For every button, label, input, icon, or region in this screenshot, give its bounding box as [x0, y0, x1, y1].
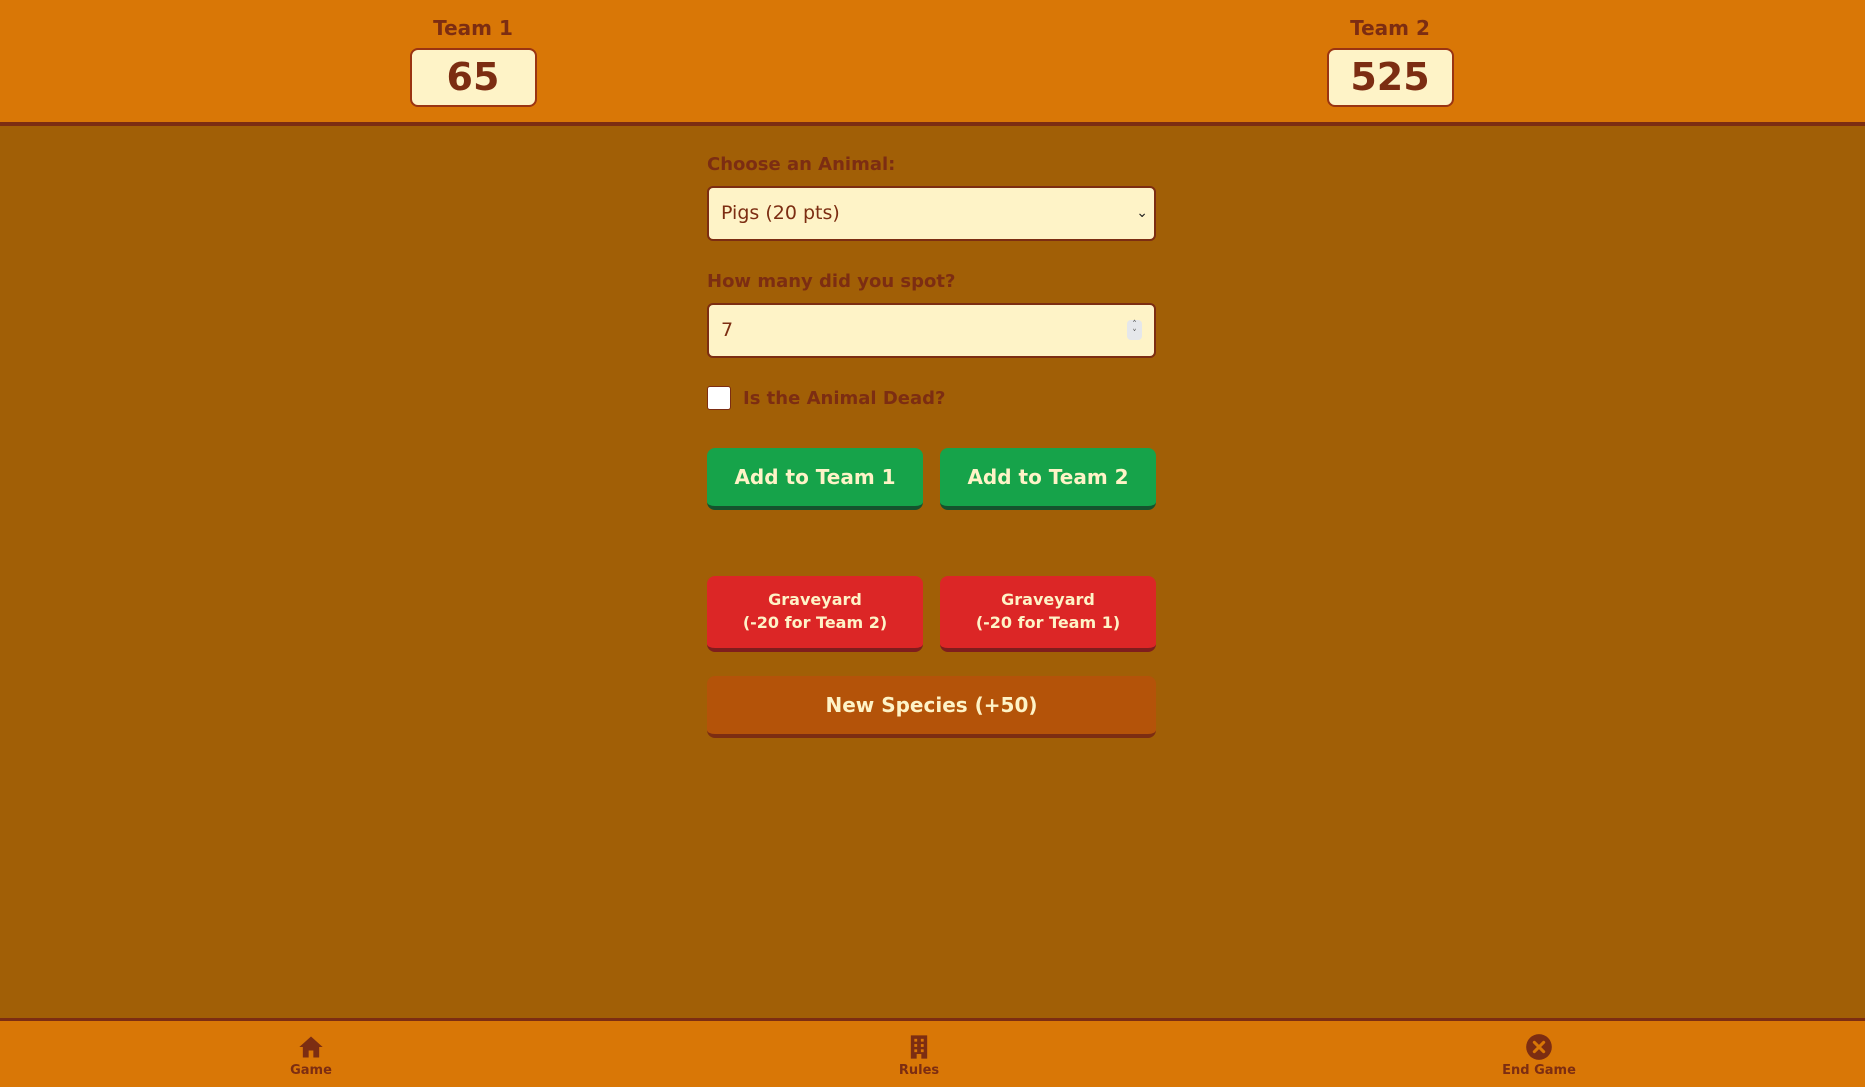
number-stepper-icon[interactable]: ˄ ˅	[1127, 320, 1142, 340]
count-input-label: How many did you spot?	[707, 271, 956, 292]
close-circle-icon	[1526, 1034, 1552, 1060]
animal-select-label: Choose an Animal:	[707, 154, 896, 175]
nav-item-label: Game	[290, 1063, 332, 1078]
nav-item-rules[interactable]: Rules	[859, 1033, 979, 1079]
team1-score: 65	[409, 48, 537, 107]
count-input-value: 7	[721, 319, 734, 341]
bottom-nav: Game Rules End Game	[0, 1018, 1865, 1087]
team2-name: Team 2	[1350, 16, 1430, 40]
nav-item-end-game[interactable]: End Game	[1479, 1033, 1599, 1079]
building-icon	[910, 1035, 928, 1059]
spotting-form: Choose an Animal: Pigs (20 pts) ⌄ How ma…	[707, 152, 1156, 738]
chevron-down-icon: ⌄	[1136, 205, 1148, 221]
graveyard-team1-button[interactable]: Graveyard (-20 for Team 1)	[940, 576, 1156, 652]
graveyard-buttons-row: Graveyard (-20 for Team 2) Graveyard (-2…	[707, 576, 1156, 652]
dead-animal-label[interactable]: Is the Animal Dead?	[743, 388, 945, 409]
nav-item-label: Rules	[898, 1063, 940, 1078]
add-to-team1-button[interactable]: Add to Team 1	[707, 448, 923, 510]
dead-animal-checkbox[interactable]	[707, 386, 731, 410]
add-buttons-row: Add to Team 1 Add to Team 2	[707, 448, 1156, 510]
graveyard-team1-title: Graveyard	[1001, 590, 1095, 609]
graveyard-team1-penalty: (-20 for Team 1)	[975, 613, 1121, 632]
team1-name: Team 1	[433, 16, 513, 40]
add-to-team2-button[interactable]: Add to Team 2	[940, 448, 1156, 510]
team2-score-panel: Team 2 525	[1290, 14, 1490, 107]
graveyard-team2-penalty: (-20 for Team 2)	[742, 613, 888, 632]
animal-select-value: Pigs (20 pts)	[721, 202, 840, 224]
nav-item-label: End Game	[1502, 1063, 1576, 1078]
animal-select[interactable]: Pigs (20 pts) ⌄	[707, 186, 1156, 241]
team1-score-panel: Team 1 65	[373, 14, 573, 107]
team2-score: 525	[1326, 48, 1454, 107]
count-input[interactable]: 7 ˄ ˅	[707, 303, 1156, 358]
new-species-button[interactable]: New Species (+50)	[707, 676, 1156, 738]
nav-item-game[interactable]: Game	[251, 1033, 371, 1079]
graveyard-team2-button[interactable]: Graveyard (-20 for Team 2)	[707, 576, 923, 652]
dead-animal-row: Is the Animal Dead?	[707, 385, 1156, 411]
graveyard-team2-title: Graveyard	[768, 590, 862, 609]
scoreboard-header: Team 1 65 Team 2 525	[0, 0, 1865, 126]
home-icon	[299, 1036, 323, 1058]
